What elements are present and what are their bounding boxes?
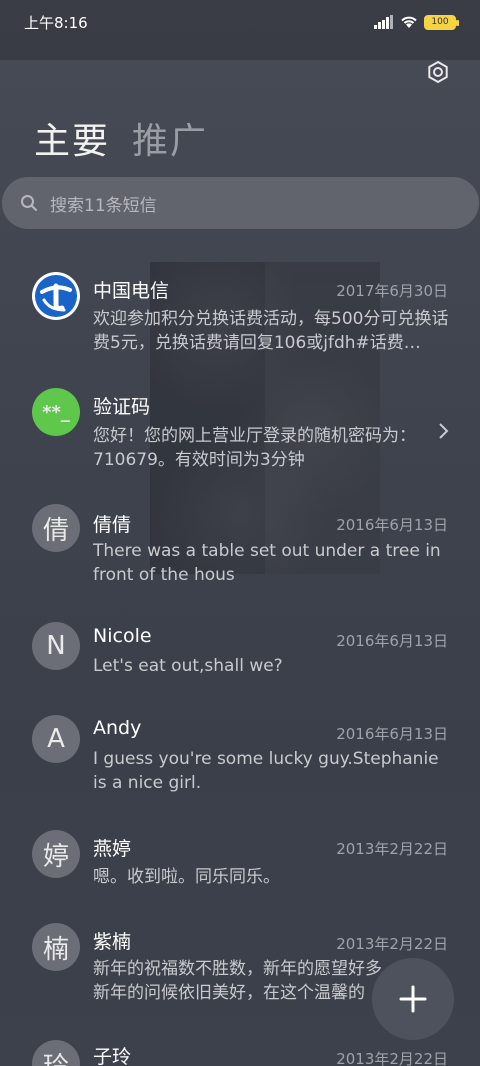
china-telecom-logo-icon [35,275,77,317]
contact-name: 中国电信 [93,280,170,302]
battery-icon: 100 [424,14,459,30]
avatar: 婷 [32,830,80,878]
message-date: 2016年6月13日 [336,725,448,743]
contact-name: Nicole [93,625,152,647]
contact-name: 子玲 [93,1046,132,1066]
tab-primary[interactable]: 主要 [34,112,110,164]
message-snippet: There was a table set out under a tree i… [93,541,441,585]
conversation-item[interactable]: **_ 验证码 您好！您的网上营业厅登录的随机密码为：710679。有效时间为3… [0,380,480,480]
new-message-button[interactable] [372,958,454,1040]
message-date: 2013年2月22日 [336,935,448,953]
search-input[interactable]: 搜索11条短信 [50,191,157,216]
conversation-item[interactable]: A Andy 2016年6月13日 I guess you're some lu… [0,705,480,805]
avatar-label: A [47,724,65,754]
status-bar: 上午8:16 100 [0,0,480,44]
settings-button[interactable] [424,58,452,86]
message-snippet: 您好！您的网上营业厅登录的随机密码为：710679。有效时间为3分钟 [93,426,416,470]
message-date: 2017年6月30日 [336,282,448,300]
contact-name: 验证码 [93,396,151,418]
tab-promotions[interactable]: 推广 [132,112,208,164]
message-date: 2016年6月13日 [336,516,448,534]
message-snippet: I guess you're some lucky guy.Stephanie … [93,749,439,793]
avatar: 玲 [32,1040,80,1066]
avatar-label: N [46,631,66,661]
avatar: N [32,622,80,670]
message-snippet: Let's eat out,shall we? [93,656,283,676]
message-snippet: 新年的祝福数不胜数，新年的愿望好多 新年的问候依旧美好，在这个温馨的 [93,959,382,1003]
conversation-item[interactable]: 中国电信 2017年6月30日 欢迎参加积分兑换话费活动，每500分可兑换话费5… [0,262,480,370]
contact-name: 倩倩 [93,514,132,536]
message-date: 2013年2月22日 [336,840,448,858]
status-time: 上午8:16 [24,13,88,32]
search-bar[interactable]: 搜索11条短信 [2,177,479,229]
contact-name: 紫楠 [93,931,132,953]
avatar-label: 楠 [42,934,69,965]
signal-icon [374,15,393,29]
avatar [32,272,80,320]
avatar-label: 婷 [42,841,69,872]
message-snippet: 嗯。收到啦。同乐同乐。 [93,867,280,887]
wifi-icon [401,16,417,28]
conversation-item[interactable]: 倩 倩倩 2016年6月13日 There was a table set ou… [0,496,480,596]
gear-icon [428,60,448,84]
avatar: **_ [32,388,80,436]
avatar-label: **_ [42,401,70,423]
plus-icon [399,985,427,1013]
battery-level: 100 [431,17,449,27]
message-date: 2016年6月13日 [336,632,448,650]
tab-bar: 主要 推广 [34,112,208,164]
message-snippet: 欢迎参加积分兑换话费活动，每500分可兑换话费5元，兑换话费请回复106或jfd… [93,309,449,353]
avatar-label: 玲 [43,1046,69,1066]
contact-name: 燕婷 [93,838,132,860]
message-date: 2013年2月22日 [336,1050,448,1066]
avatar: A [32,715,80,763]
avatar: 倩 [32,504,80,552]
chevron-right-icon [439,423,449,439]
avatar: 楠 [32,923,80,971]
contact-name: Andy [93,717,142,739]
conversation-item[interactable]: N Nicole 2016年6月13日 Let's eat out,shall … [0,612,480,692]
status-icons: 100 [374,14,459,30]
avatar-label: 倩 [42,515,69,546]
conversation-item[interactable]: 婷 燕婷 2013年2月22日 嗯。收到啦。同乐同乐。 [0,820,480,900]
search-icon [21,195,37,211]
